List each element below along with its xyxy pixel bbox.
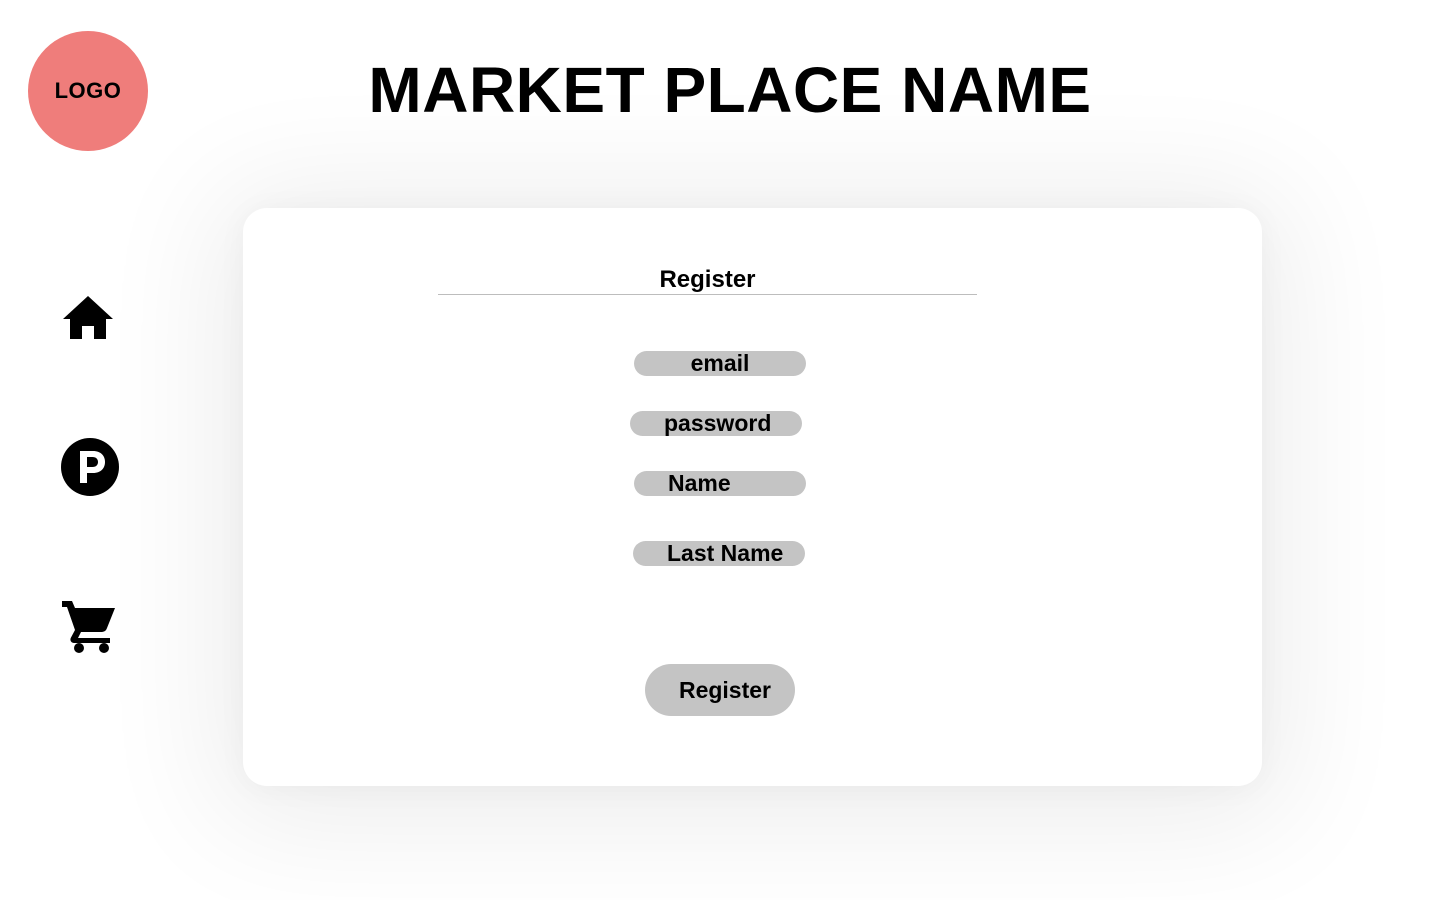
shopping-cart-icon[interactable]	[60, 598, 118, 654]
password-field[interactable]	[630, 411, 802, 436]
email-field[interactable]	[634, 351, 806, 376]
page-title: MARKET PLACE NAME	[368, 54, 1092, 126]
p-circle-icon[interactable]	[60, 437, 120, 497]
name-field[interactable]	[634, 471, 806, 496]
logo[interactable]: LOGO	[28, 31, 148, 151]
home-icon[interactable]	[62, 295, 114, 341]
register-card: Register Register	[243, 208, 1262, 786]
register-button[interactable]: Register	[645, 664, 795, 716]
form-heading: Register	[438, 265, 977, 295]
last-name-field[interactable]	[633, 541, 805, 566]
